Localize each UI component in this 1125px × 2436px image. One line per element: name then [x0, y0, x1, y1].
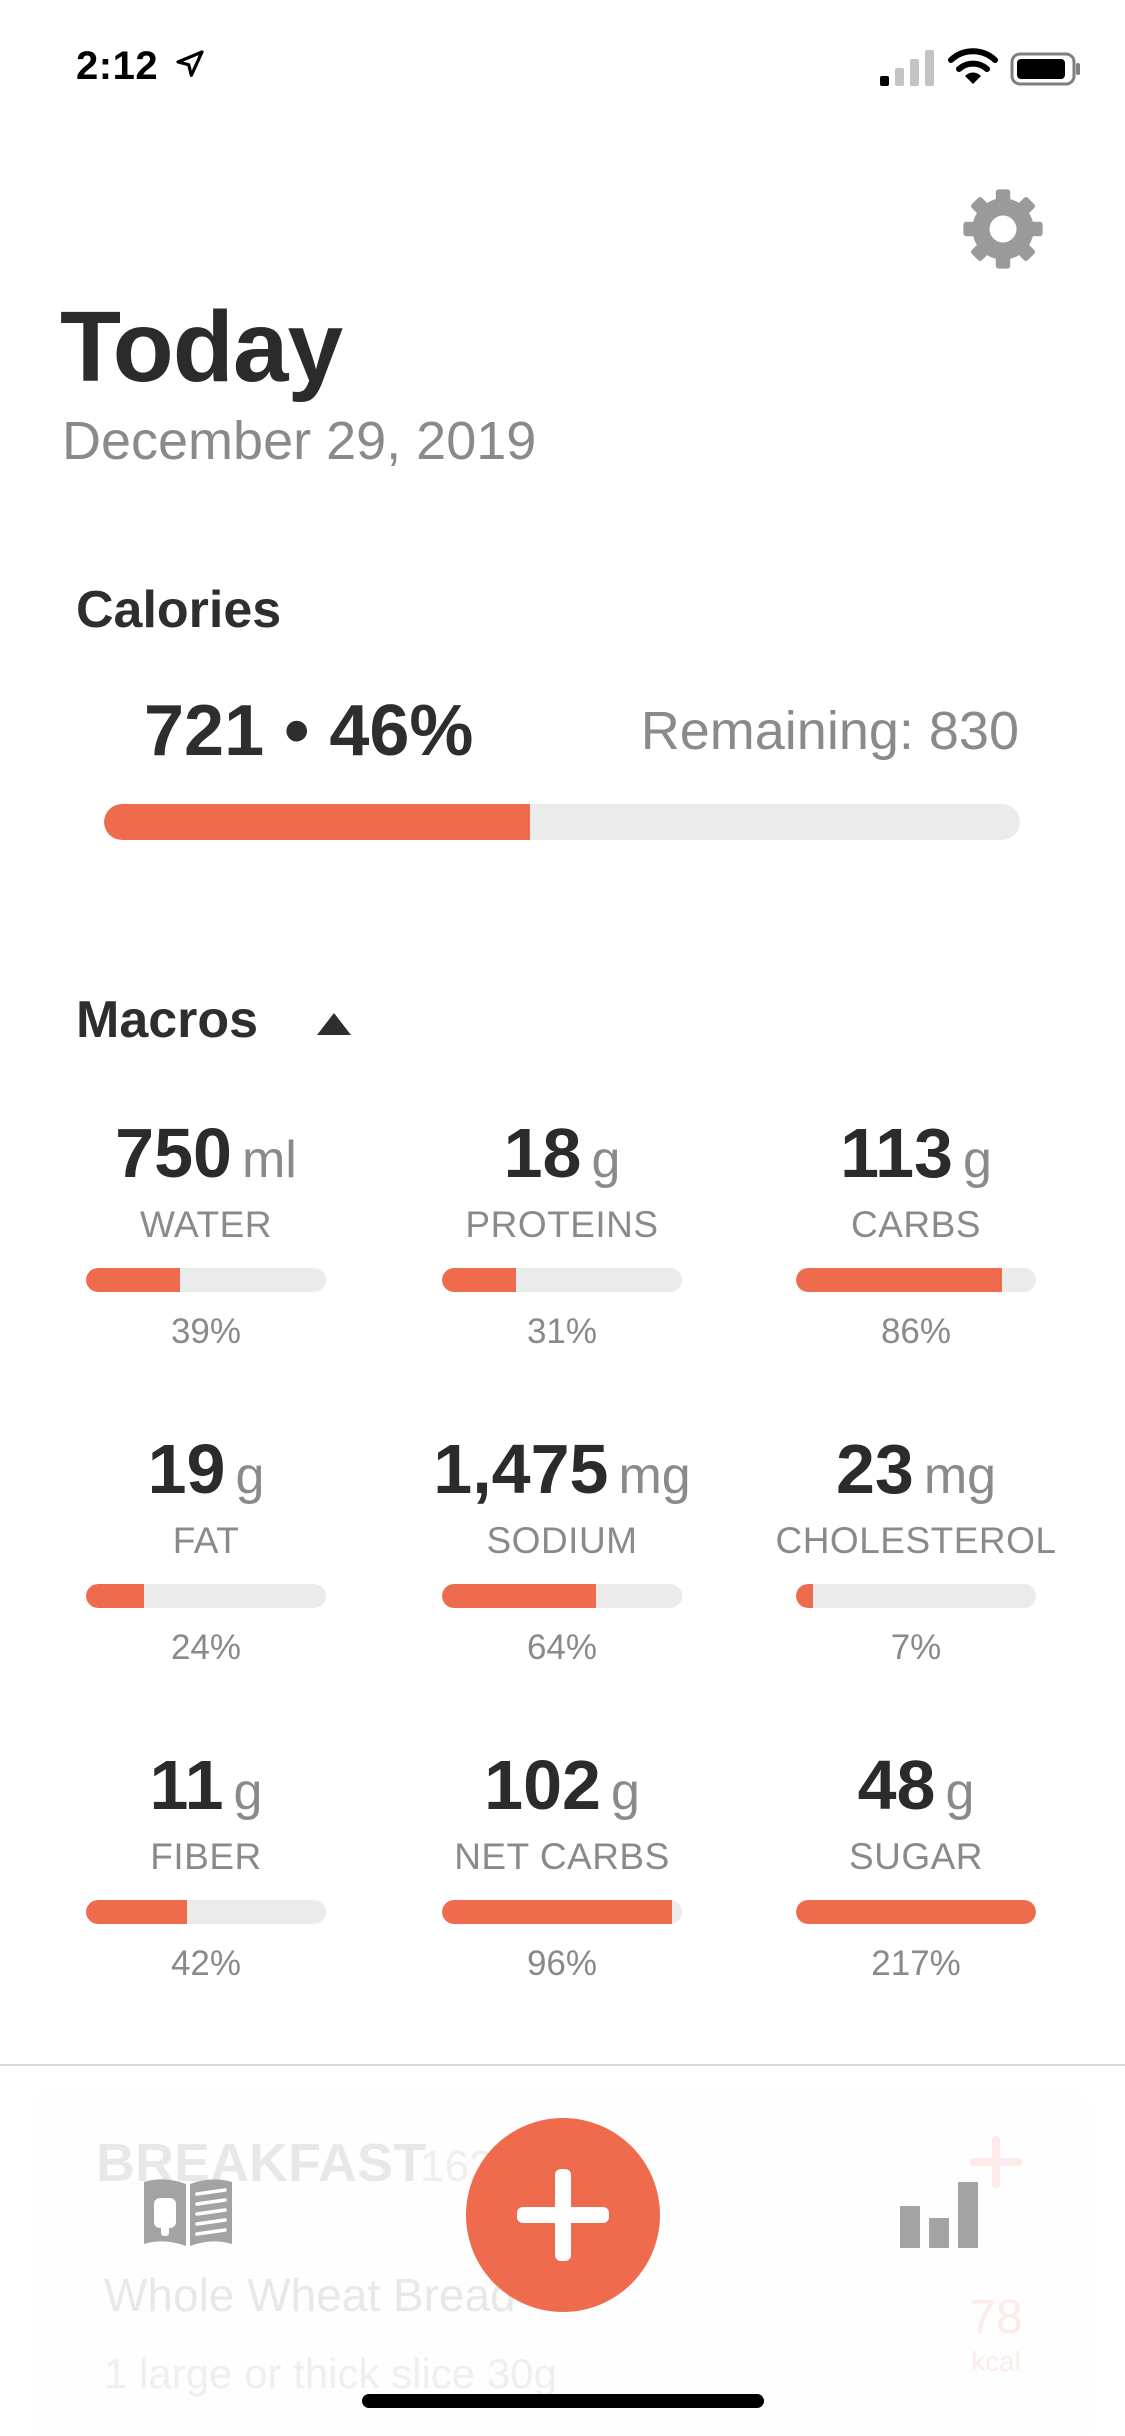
macro-value: 18	[503, 1114, 582, 1192]
add-entry-button[interactable]	[466, 2118, 660, 2312]
macro-unit: mg	[618, 1447, 691, 1505]
macro-item-water: 750 ml WATER 39%	[36, 1108, 376, 1354]
macro-progress-bar	[86, 1584, 326, 1608]
calories-progress-fill	[104, 804, 530, 840]
macro-item-fiber: 11 g FIBER 42%	[36, 1740, 376, 1986]
macro-unit: ml	[241, 1131, 297, 1189]
macro-progress-bar	[442, 1584, 682, 1608]
food-name: Whole Wheat Bread	[104, 2269, 516, 2321]
macro-unit: g	[235, 1447, 265, 1505]
macro-progress-fill	[796, 1900, 1036, 1924]
macro-percent: 64%	[526, 1628, 598, 1667]
macro-label: SUGAR	[848, 1836, 984, 1877]
macro-label: SODIUM	[486, 1520, 638, 1561]
macro-item-sodium: 1,475 mg SODIUM 64%	[392, 1424, 732, 1670]
macro-item-carbs: 113 g CARBS 86%	[746, 1108, 1086, 1354]
macro-label: PROTEINS	[465, 1204, 659, 1245]
macro-progress-bar	[796, 1584, 1036, 1608]
food-kcal-value: 78	[969, 2291, 1023, 2344]
macro-label: FIBER	[150, 1836, 262, 1877]
calories-heading: Calories	[76, 581, 282, 639]
wifi-icon	[948, 48, 998, 84]
macro-value: 19	[147, 1430, 226, 1508]
macro-progress-fill	[796, 1584, 813, 1608]
macro-value: 113	[840, 1114, 953, 1192]
macro-progress-bar	[796, 1268, 1036, 1292]
calories-progress-bar	[104, 804, 1020, 840]
macro-label: FAT	[172, 1520, 240, 1561]
home-indicator	[362, 2394, 764, 2408]
macro-value: 48	[857, 1746, 936, 1824]
macro-label: CHOLESTEROL	[775, 1520, 1057, 1561]
macro-percent: 96%	[526, 1944, 598, 1983]
diary-book-icon[interactable]	[140, 2176, 236, 2248]
macro-progress-fill	[86, 1900, 187, 1924]
macro-percent: 24%	[170, 1628, 242, 1667]
macro-percent: 39%	[170, 1312, 242, 1351]
cellular-signal-icon	[880, 50, 934, 86]
macro-progress-fill	[796, 1268, 1003, 1292]
macro-percent: 42%	[170, 1944, 242, 1983]
macro-progress-fill	[442, 1268, 517, 1292]
macro-label: CARBS	[851, 1204, 981, 1245]
macro-label: NET CARBS	[454, 1836, 670, 1877]
macro-unit: g	[233, 1763, 263, 1821]
macro-value: 750	[115, 1114, 232, 1192]
macro-unit: g	[963, 1131, 992, 1189]
gear-icon[interactable]	[958, 184, 1048, 274]
macro-value: 102	[484, 1746, 601, 1824]
macro-item-proteins: 18 g PROTEINS 31%	[392, 1108, 732, 1354]
battery-icon	[1010, 52, 1080, 86]
food-kcal-unit: kcal	[971, 2346, 1021, 2377]
bar-chart-icon[interactable]	[898, 2180, 980, 2248]
macro-progress-fill	[442, 1900, 673, 1924]
food-portion: 1 large or thick slice 30g	[104, 2350, 557, 2397]
macro-progress-bar	[796, 1900, 1036, 1924]
macro-item-sugar: 48 g SUGAR 217%	[746, 1740, 1086, 1986]
macro-unit: g	[591, 1131, 621, 1189]
page-date: December 29, 2019	[62, 411, 537, 471]
status-time: 2:12	[76, 44, 159, 88]
location-arrow-icon	[176, 50, 204, 77]
macro-unit: g	[945, 1763, 975, 1821]
tab-bar-divider	[0, 2064, 1125, 2066]
triangle-up-icon[interactable]	[314, 1010, 354, 1038]
calories-summary: 721 • 46%	[144, 691, 474, 771]
macro-progress-fill	[86, 1268, 180, 1292]
macro-label: WATER	[140, 1204, 272, 1245]
page-title: Today	[60, 291, 343, 403]
macro-percent: 86%	[880, 1312, 952, 1351]
macro-progress-bar	[86, 1900, 326, 1924]
macro-progress-bar	[442, 1900, 682, 1924]
macro-unit: mg	[923, 1447, 997, 1505]
macro-item-cholesterol: 23 mg CHOLESTEROL 7%	[746, 1424, 1086, 1670]
macro-value: 1,475	[433, 1430, 609, 1508]
macro-unit: g	[610, 1763, 640, 1821]
macro-item-fat: 19 g FAT 24%	[36, 1424, 376, 1670]
macro-percent: 7%	[890, 1628, 942, 1667]
plus-icon	[517, 2169, 609, 2261]
macro-progress-bar	[442, 1268, 682, 1292]
macro-percent: 217%	[871, 1944, 961, 1983]
macro-item-net-carbs: 102 g NET CARBS 96%	[392, 1740, 732, 1986]
macro-progress-fill	[442, 1584, 596, 1608]
macro-value: 23	[835, 1430, 914, 1508]
macro-progress-fill	[86, 1584, 144, 1608]
macro-value: 11	[149, 1746, 224, 1824]
macro-percent: 31%	[526, 1312, 598, 1351]
macro-progress-bar	[86, 1268, 326, 1292]
macros-heading[interactable]: Macros	[76, 990, 258, 1050]
calories-remaining: Remaining: 830	[640, 701, 1019, 761]
